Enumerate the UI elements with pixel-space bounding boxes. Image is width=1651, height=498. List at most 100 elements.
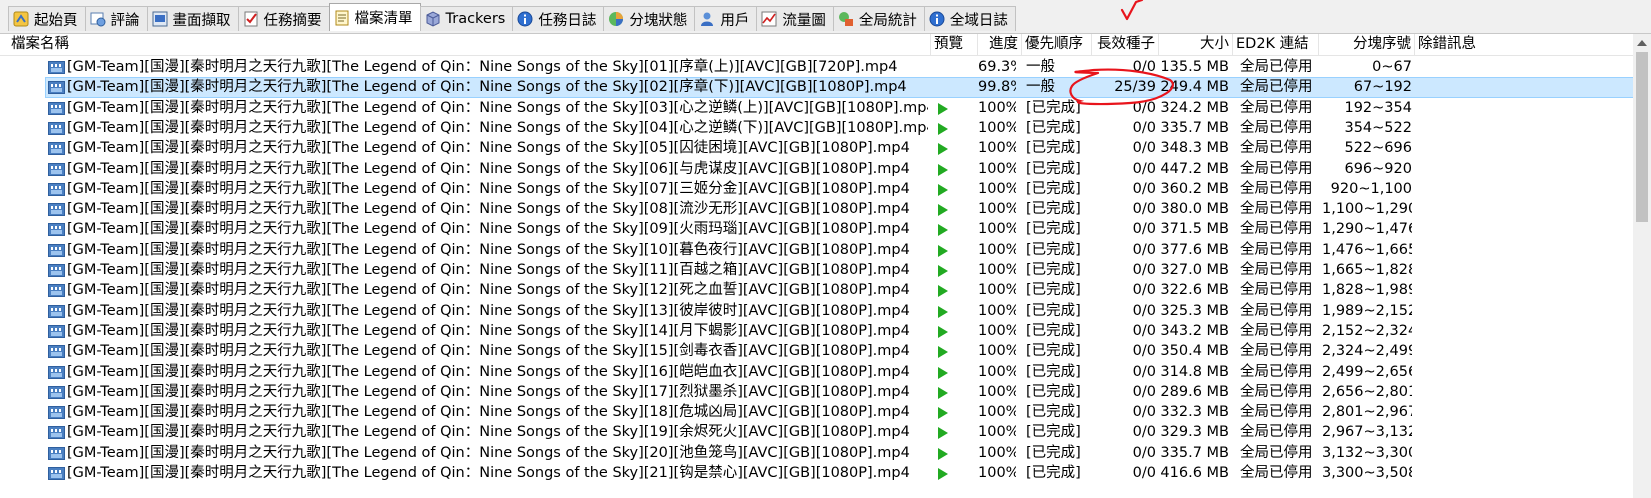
- file-row[interactable]: [GM-Team][国漫][秦时明月之天行九歌][The Legend of Q…: [0, 362, 1633, 383]
- play-preview-icon[interactable]: [938, 427, 948, 440]
- tab-info-11[interactable]: 全域日誌: [923, 6, 1016, 31]
- play-preview-icon[interactable]: [938, 346, 948, 359]
- preview-cell[interactable]: [932, 321, 977, 342]
- column-header-seeds[interactable]: 長效種子: [1092, 34, 1159, 56]
- play-preview-icon[interactable]: [938, 122, 948, 135]
- play-preview-icon[interactable]: [938, 224, 948, 237]
- file-name-cell[interactable]: [GM-Team][国漫][秦时明月之天行九歌][The Legend of Q…: [48, 179, 928, 200]
- file-name-cell[interactable]: [GM-Team][国漫][秦时明月之天行九歌][The Legend of Q…: [48, 443, 928, 464]
- file-name-cell[interactable]: [GM-Team][国漫][秦时明月之天行九歌][The Legend of Q…: [48, 199, 928, 220]
- file-name-cell[interactable]: [GM-Team][国漫][秦时明月之天行九歌][The Legend of Q…: [48, 159, 928, 180]
- priority-cell[interactable]: [已完成]: [1026, 463, 1092, 484]
- priority-cell[interactable]: [已完成]: [1026, 179, 1092, 200]
- file-name-cell[interactable]: [GM-Team][国漫][秦时明月之天行九歌][The Legend of Q…: [48, 362, 928, 383]
- play-preview-icon[interactable]: [938, 325, 948, 338]
- preview-cell[interactable]: [932, 57, 977, 78]
- preview-cell[interactable]: [932, 179, 977, 200]
- priority-cell[interactable]: [已完成]: [1026, 118, 1092, 139]
- priority-cell[interactable]: [已完成]: [1026, 341, 1092, 362]
- tab-home-0[interactable]: 起始頁: [8, 6, 86, 31]
- preview-cell[interactable]: [932, 463, 977, 484]
- preview-cell[interactable]: [932, 138, 977, 159]
- file-row[interactable]: [GM-Team][国漫][秦时明月之天行九歌][The Legend of Q…: [0, 240, 1633, 261]
- file-row[interactable]: [GM-Team][国漫][秦时明月之天行九歌][The Legend of Q…: [0, 443, 1633, 464]
- file-row[interactable]: [GM-Team][国漫][秦时明月之天行九歌][The Legend of Q…: [0, 382, 1633, 403]
- file-name-cell[interactable]: [GM-Team][国漫][秦时明月之天行九歌][The Legend of Q…: [48, 341, 928, 362]
- file-row[interactable]: [GM-Team][国漫][秦时明月之天行九歌][The Legend of Q…: [0, 138, 1633, 159]
- priority-cell[interactable]: [已完成]: [1026, 199, 1092, 220]
- priority-cell[interactable]: [已完成]: [1026, 422, 1092, 443]
- preview-cell[interactable]: [932, 98, 977, 119]
- play-preview-icon[interactable]: [938, 468, 948, 480]
- file-name-cell[interactable]: [GM-Team][国漫][秦时明月之天行九歌][The Legend of Q…: [48, 98, 928, 119]
- file-name-cell[interactable]: [GM-Team][国漫][秦时明月之天行九歌][The Legend of Q…: [48, 118, 928, 139]
- tab-info-6[interactable]: 任務日誌: [512, 6, 605, 31]
- file-name-cell[interactable]: [GM-Team][国漫][秦时明月之天行九歌][The Legend of Q…: [48, 260, 928, 281]
- file-name-cell[interactable]: [GM-Team][国漫][秦时明月之天行九歌][The Legend of Q…: [48, 382, 928, 403]
- priority-cell[interactable]: [已完成]: [1026, 138, 1092, 159]
- tab-chart-9[interactable]: 流量圖: [756, 6, 834, 31]
- file-name-cell[interactable]: [GM-Team][国漫][秦时明月之天行九歌][The Legend of Q…: [48, 240, 928, 261]
- priority-cell[interactable]: [已完成]: [1026, 98, 1092, 119]
- priority-cell[interactable]: [已完成]: [1026, 159, 1092, 180]
- priority-cell[interactable]: [已完成]: [1026, 260, 1092, 281]
- preview-cell[interactable]: [932, 118, 977, 139]
- tab-comment-1[interactable]: 評論: [84, 6, 148, 31]
- file-row[interactable]: [GM-Team][国漫][秦时明月之天行九歌][The Legend of Q…: [0, 402, 1633, 423]
- file-name-cell[interactable]: [GM-Team][国漫][秦时明月之天行九歌][The Legend of Q…: [48, 280, 928, 301]
- column-header-chunks[interactable]: 分塊序號: [1319, 34, 1415, 56]
- file-row[interactable]: [GM-Team][国漫][秦时明月之天行九歌][The Legend of Q…: [0, 219, 1633, 240]
- priority-cell[interactable]: [已完成]: [1026, 321, 1092, 342]
- preview-cell[interactable]: [932, 199, 977, 220]
- file-name-cell[interactable]: [GM-Team][国漫][秦时明月之天行九歌][The Legend of Q…: [48, 402, 928, 423]
- priority-cell[interactable]: [已完成]: [1026, 402, 1092, 423]
- scroll-up-arrow-icon[interactable]: [1637, 40, 1647, 46]
- tab-tracker-5[interactable]: Trackers: [419, 6, 514, 31]
- priority-cell[interactable]: [已完成]: [1026, 219, 1092, 240]
- preview-cell[interactable]: [932, 159, 977, 180]
- column-header-error[interactable]: 除錯訊息: [1415, 34, 1633, 56]
- play-preview-icon[interactable]: [938, 143, 948, 156]
- priority-cell[interactable]: [已完成]: [1026, 280, 1092, 301]
- tab-pie-7[interactable]: 分塊狀態: [603, 6, 696, 31]
- file-row[interactable]: [GM-Team][国漫][秦时明月之天行九歌][The Legend of Q…: [0, 341, 1633, 362]
- play-preview-icon[interactable]: [938, 244, 948, 257]
- priority-cell[interactable]: [已完成]: [1026, 382, 1092, 403]
- file-name-cell[interactable]: [GM-Team][国漫][秦时明月之天行九歌][The Legend of Q…: [48, 138, 928, 159]
- file-name-cell[interactable]: [GM-Team][国漫][秦时明月之天行九歌][The Legend of Q…: [48, 77, 928, 98]
- file-name-cell[interactable]: [GM-Team][国漫][秦时明月之天行九歌][The Legend of Q…: [48, 321, 928, 342]
- file-name-cell[interactable]: [GM-Team][国漫][秦时明月之天行九歌][The Legend of Q…: [48, 422, 928, 443]
- file-name-cell[interactable]: [GM-Team][国漫][秦时明月之天行九歌][The Legend of Q…: [48, 57, 928, 78]
- vertical-scrollbar[interactable]: [1633, 34, 1651, 498]
- column-header-ed2k[interactable]: ED2K 連結: [1233, 34, 1319, 56]
- column-header-name[interactable]: 檔案名稱: [0, 34, 931, 56]
- preview-cell[interactable]: [932, 422, 977, 443]
- file-row[interactable]: [GM-Team][国漫][秦时明月之天行九歌][The Legend of Q…: [0, 179, 1633, 200]
- tab-screenshot-2[interactable]: 畫面擷取: [146, 6, 239, 31]
- preview-cell[interactable]: [932, 301, 977, 322]
- preview-cell[interactable]: [932, 443, 977, 464]
- play-preview-icon[interactable]: [938, 366, 948, 379]
- file-row[interactable]: [GM-Team][国漫][秦时明月之天行九歌][The Legend of Q…: [0, 77, 1633, 99]
- file-row[interactable]: [GM-Team][国漫][秦时明月之天行九歌][The Legend of Q…: [0, 280, 1633, 301]
- file-row[interactable]: [GM-Team][国漫][秦时明月之天行九歌][The Legend of Q…: [0, 199, 1633, 220]
- tab-user-8[interactable]: 用戶: [694, 6, 758, 31]
- file-row[interactable]: [GM-Team][国漫][秦时明月之天行九歌][The Legend of Q…: [0, 118, 1633, 139]
- tab-file-list-4[interactable]: 檔案清單: [328, 3, 421, 31]
- play-preview-icon[interactable]: [938, 204, 948, 217]
- priority-cell[interactable]: 一般: [1026, 57, 1092, 78]
- play-preview-icon[interactable]: [938, 386, 948, 399]
- file-row[interactable]: [GM-Team][国漫][秦时明月之天行九歌][The Legend of Q…: [0, 57, 1633, 78]
- file-row[interactable]: [GM-Team][国漫][秦时明月之天行九歌][The Legend of Q…: [0, 422, 1633, 443]
- tab-stats-10[interactable]: 全局統計: [832, 6, 925, 31]
- play-preview-icon[interactable]: [938, 163, 948, 176]
- preview-cell[interactable]: [932, 382, 977, 403]
- preview-cell[interactable]: [932, 280, 977, 301]
- file-name-cell[interactable]: [GM-Team][国漫][秦时明月之天行九歌][The Legend of Q…: [48, 463, 928, 484]
- preview-cell[interactable]: [932, 219, 977, 240]
- file-row[interactable]: [GM-Team][国漫][秦时明月之天行九歌][The Legend of Q…: [0, 98, 1633, 119]
- file-row[interactable]: [GM-Team][国漫][秦时明月之天行九歌][The Legend of Q…: [0, 463, 1633, 484]
- priority-cell[interactable]: [已完成]: [1026, 301, 1092, 322]
- priority-cell[interactable]: [已完成]: [1026, 240, 1092, 261]
- preview-cell[interactable]: [932, 402, 977, 423]
